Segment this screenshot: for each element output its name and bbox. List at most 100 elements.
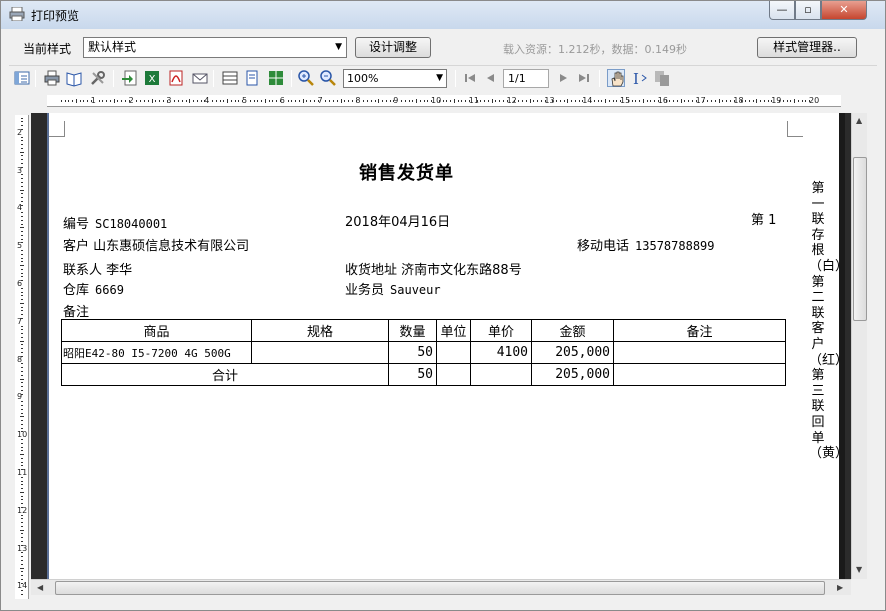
ruler-tick xyxy=(692,100,694,102)
ruler-tick xyxy=(363,100,365,102)
ruler-tick xyxy=(374,100,376,102)
excel-icon[interactable]: X xyxy=(143,69,161,87)
maximize-button[interactable]: ▫ xyxy=(795,1,821,20)
print-preview-window: 打印预览 — ▫ ✕ 当前样式 默认样式 ▼ 设计调整 载入资源：1.212秒，… xyxy=(0,0,886,611)
ruler-tick xyxy=(382,100,384,102)
scroll-down-icon[interactable]: ▼ xyxy=(856,565,862,574)
ruler-tick xyxy=(21,238,23,240)
ruler-tick xyxy=(21,261,23,263)
ruler-tick xyxy=(211,100,213,102)
horizontal-scrollbar[interactable]: ◀ ▶ xyxy=(31,579,851,595)
book-icon[interactable] xyxy=(65,69,83,87)
ruler-tick xyxy=(487,100,489,102)
ruler-tick xyxy=(336,100,338,102)
horizontal-scroll-thumb[interactable] xyxy=(55,581,825,595)
hand-icon[interactable] xyxy=(607,69,625,87)
ruler-number: 6 xyxy=(279,96,285,105)
ruler-tick xyxy=(21,412,23,414)
ruler-tick xyxy=(540,100,542,102)
email-icon[interactable] xyxy=(191,69,209,87)
ruler-tick xyxy=(64,100,66,102)
text-select-icon[interactable]: I xyxy=(631,69,649,87)
ruler-tick xyxy=(20,454,24,456)
ruler-number: 4 xyxy=(204,96,210,105)
copies-note: 第一联存根（白）第二联客户（红）第三联回单（黄） xyxy=(809,181,849,462)
ruler-number: 11 xyxy=(468,96,479,105)
ruler-tick xyxy=(215,100,217,102)
page-number-input[interactable]: 1/1 xyxy=(503,69,549,88)
minimize-button[interactable]: — xyxy=(769,1,795,20)
style-select[interactable]: 默认样式 ▼ xyxy=(83,37,347,58)
ruler-tick xyxy=(635,100,637,102)
total-amount: 205,000 xyxy=(531,363,614,386)
ruler-tick xyxy=(756,99,758,103)
zoom-out-icon[interactable] xyxy=(319,69,337,87)
ruler-tick xyxy=(801,100,803,102)
vertical-scroll-thumb[interactable] xyxy=(853,157,867,321)
ruler-tick xyxy=(21,231,23,233)
scroll-left-icon[interactable]: ◀ xyxy=(37,583,43,592)
scroll-up-icon[interactable]: ▲ xyxy=(856,116,862,125)
column-header: 金额 xyxy=(531,319,614,342)
printer-icon xyxy=(9,6,25,22)
ruler-tick xyxy=(20,189,24,191)
zoom-select[interactable]: 100% ▼ xyxy=(343,69,447,88)
ruler-tick xyxy=(767,100,769,102)
ruler-number: 3 xyxy=(17,165,23,175)
ruler-tick xyxy=(20,227,24,229)
ruler-tick xyxy=(518,100,520,102)
ruler-tick xyxy=(450,100,452,102)
ruler-tick xyxy=(400,100,402,102)
ruler-tick xyxy=(21,374,23,376)
ruler-tick xyxy=(605,99,607,103)
ruler-number: 8 xyxy=(355,96,361,105)
ruler-tick xyxy=(291,100,293,102)
ruler-tick xyxy=(87,100,89,102)
spec-cell xyxy=(251,341,389,364)
style-manager-button[interactable]: 样式管理器.. xyxy=(757,37,857,58)
style-select-value: 默认样式 xyxy=(88,40,137,54)
page-layout-icon[interactable] xyxy=(221,69,239,87)
ruler-tick xyxy=(491,99,493,103)
ruler-tick xyxy=(344,100,346,102)
date-field: 2018年04月16日 xyxy=(345,215,451,230)
page-multi-icon[interactable] xyxy=(267,69,285,87)
ruler-tick xyxy=(298,100,300,102)
zoom-in-icon[interactable] xyxy=(297,69,315,87)
prev-page-icon[interactable] xyxy=(481,69,499,87)
ruler-tick xyxy=(21,427,23,429)
export-icon[interactable] xyxy=(121,69,139,87)
list-icon[interactable] xyxy=(13,69,31,87)
ruler-number: 5 xyxy=(242,96,248,105)
ruler-tick xyxy=(21,253,23,255)
ruler-tick xyxy=(21,185,23,187)
last-page-icon[interactable] xyxy=(575,69,593,87)
toolbar: X 100% ▼ 1/1 I xyxy=(9,65,877,91)
print-icon[interactable] xyxy=(43,69,61,87)
close-button[interactable]: ✕ xyxy=(821,1,867,20)
ruler-tick xyxy=(21,336,23,338)
scroll-right-icon[interactable]: ▶ xyxy=(837,583,843,592)
ruler-tick xyxy=(21,197,23,199)
ruler-tick xyxy=(722,100,724,102)
vertical-scrollbar[interactable]: ▲ ▼ xyxy=(851,113,867,579)
ruler-tick xyxy=(21,147,23,149)
ruler-tick xyxy=(21,159,23,161)
design-adjust-button[interactable]: 设计调整 xyxy=(355,37,431,58)
next-page-icon[interactable] xyxy=(555,69,573,87)
ruler-tick xyxy=(200,100,202,102)
table-header-row: 商品 规格 数量 单位 单价 金额 备注 xyxy=(61,319,786,342)
ruler-number: 4 xyxy=(17,203,23,213)
pdf-icon[interactable] xyxy=(167,69,185,87)
copy-icon[interactable] xyxy=(653,69,671,87)
ruler-tick xyxy=(389,100,391,102)
tools-icon[interactable] xyxy=(89,69,107,87)
number-field: 编号 SC18040001 xyxy=(63,217,168,232)
first-page-icon[interactable] xyxy=(461,69,479,87)
ruler-tick xyxy=(332,100,334,102)
page-single-icon[interactable] xyxy=(243,69,261,87)
ruler-tick xyxy=(21,556,23,558)
ruler-tick xyxy=(20,491,24,493)
ruler-tick xyxy=(21,348,23,350)
ruler-tick xyxy=(21,200,23,202)
